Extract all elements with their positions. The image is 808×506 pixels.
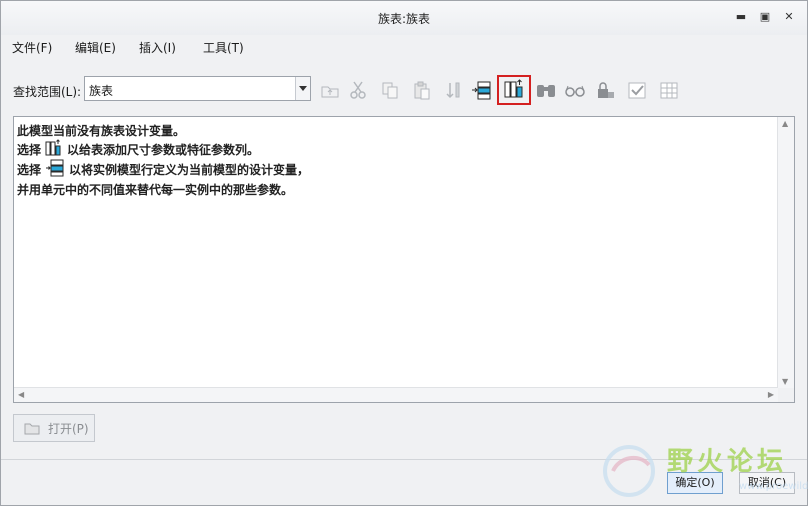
scope-dropdown[interactable]: 族表 [84,76,311,101]
menu-bar: 文件(F) 编辑(E) 插入(I) 工具(T) [1,35,807,57]
window-title: 族表:族表 [377,12,431,26]
toolbar: 查找范围(L): 族表 [1,73,807,107]
add-instance-row-icon [45,159,65,180]
open-folder-icon [24,423,40,435]
verify-icon[interactable] [626,79,648,101]
sort-icon[interactable] [443,79,465,101]
open-button-label: 打开(P) [48,421,89,436]
close-button[interactable]: ✕ [781,10,797,24]
message-line-4: 并用单元中的不同值来替代每一实例中的那些参数。 [17,183,294,197]
table-icon[interactable] [658,79,680,101]
add-column-icon[interactable] [497,75,531,105]
scope-label: 查找范围(L): [13,85,82,99]
up-folder-icon[interactable] [319,79,341,101]
menu-file[interactable]: 文件(F) [12,39,52,56]
menu-edit[interactable]: 编辑(E) [75,39,116,56]
lock-icon[interactable] [595,79,617,101]
message-line-2-suffix: 以给表添加尺寸参数或特征参数列。 [67,143,260,157]
vertical-scrollbar[interactable]: ▲ ▼ [777,117,794,388]
paste-icon[interactable] [411,79,433,101]
add-column-icon [45,139,63,160]
scroll-right-icon[interactable]: ▶ [768,390,774,399]
window-controls: ▬ ▣ ✕ [733,10,797,24]
minimize-button[interactable]: ▬ [733,10,749,24]
family-table-dialog: 族表:族表 ▬ ▣ ✕ 文件(F) 编辑(E) 插入(I) 工具(T) 查找范围… [0,0,808,506]
open-button[interactable]: 打开(P) [13,414,95,442]
watermark-text: 野火论坛 [667,447,788,477]
message-line-3-prefix: 选择 [17,163,42,177]
message-line-3: 选择 以将实例模型行定义为当前模型的设计变量， [17,159,309,180]
message-panel: 此模型当前没有族表设计变量。 选择 以给表添加尺寸参数或特征参数列。 选择 以将… [13,116,795,403]
message-line-1: 此模型当前没有族表设计变量。 [17,124,186,138]
copy-icon[interactable] [379,79,401,101]
watermark: 野火论坛 www.proewildfire.cn [599,439,808,505]
scroll-down-icon[interactable]: ▼ [782,377,788,386]
chevron-down-icon[interactable] [295,77,310,100]
glasses-icon[interactable] [564,79,586,101]
scope-value: 族表 [89,84,114,98]
menu-tools[interactable]: 工具(T) [203,39,244,56]
scroll-left-icon[interactable]: ◀ [18,390,24,399]
watermark-logo-icon [603,445,655,497]
add-instance-row-icon[interactable] [471,79,493,101]
cut-icon[interactable] [347,79,369,101]
scrollbar-corner [778,388,794,402]
message-line-3-suffix: 以将实例模型行定义为当前模型的设计变量， [69,163,310,177]
menu-insert[interactable]: 插入(I) [139,39,176,56]
binoculars-icon[interactable] [535,79,557,101]
message-line-2-prefix: 选择 [17,143,42,157]
scroll-up-icon[interactable]: ▲ [782,119,788,128]
message-line-2: 选择 以给表添加尺寸参数或特征参数列。 [17,139,259,160]
horizontal-scrollbar[interactable]: ◀ ▶ [14,387,778,402]
maximize-button[interactable]: ▣ [757,10,773,24]
watermark-url: www.proewildfire.cn [739,481,808,492]
title-bar: 族表:族表 ▬ ▣ ✕ [1,1,807,35]
